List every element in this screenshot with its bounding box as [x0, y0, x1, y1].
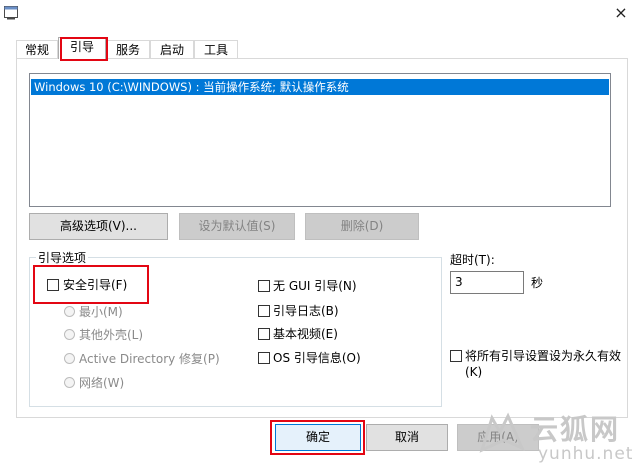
watermark-url: yunhu.net	[538, 444, 634, 464]
timeout-input[interactable]: 3	[450, 271, 524, 294]
tab-label: 服务	[115, 43, 140, 57]
os-list[interactable]: Windows 10 (C:\WINDOWS) : 当前操作系统; 默认操作系统	[29, 73, 611, 207]
timeout-unit-label: 秒	[531, 276, 544, 290]
make-permanent-checkbox[interactable]	[450, 350, 462, 362]
minimal-label: 最小(M)	[79, 305, 123, 319]
tab-startup[interactable]: 启动	[150, 40, 194, 58]
set-default-button[interactable]: 设为默认值(S)	[179, 213, 295, 240]
fox-logo-icon	[479, 412, 525, 453]
close-icon: ×	[614, 3, 628, 22]
base-video-checkbox[interactable]	[258, 328, 270, 340]
boot-log-checkbox[interactable]	[258, 305, 270, 317]
delete-button[interactable]: 删除(D)	[305, 213, 419, 240]
tab-tools[interactable]: 工具	[194, 40, 238, 58]
alternate-shell-radio[interactable]	[64, 329, 75, 340]
tab-label: 常规	[24, 43, 49, 57]
app-window-icon	[4, 6, 20, 20]
tab-general[interactable]: 常规	[16, 40, 58, 58]
minimal-radio[interactable]	[64, 306, 75, 317]
base-video-label: 基本视频(E)	[273, 327, 338, 341]
no-gui-boot-checkbox[interactable]	[258, 280, 270, 292]
active-directory-repair-radio[interactable]	[64, 353, 75, 364]
highlight-box-safe-boot	[33, 265, 149, 304]
highlight-box-ok	[270, 420, 365, 455]
close-button[interactable]: ×	[610, 4, 632, 22]
network-label: 网络(W)	[79, 376, 125, 390]
tab-label: 启动	[159, 43, 184, 57]
advanced-options-button[interactable]: 高级选项(V)...	[29, 213, 168, 240]
tab-label: 工具	[203, 43, 228, 57]
make-permanent-label-line2: (K)	[465, 365, 483, 379]
watermark-title: 云狐网	[530, 413, 621, 446]
alternate-shell-label: 其他外壳(L)	[79, 328, 144, 342]
network-radio[interactable]	[64, 377, 75, 388]
boot-log-label: 引导日志(B)	[273, 304, 339, 318]
cancel-button[interactable]: 取消	[366, 424, 448, 451]
boot-options-legend: 引导选项	[36, 249, 89, 266]
tab-services[interactable]: 服务	[106, 40, 150, 58]
os-boot-info-label: OS 引导信息(O)	[273, 351, 361, 365]
os-boot-info-checkbox[interactable]	[258, 352, 270, 364]
make-permanent-label: 将所有引导设置设为永久有效	[465, 349, 622, 363]
os-list-item-selected[interactable]: Windows 10 (C:\WINDOWS) : 当前操作系统; 默认操作系统	[31, 79, 609, 95]
timeout-label: 超时(T):	[450, 253, 495, 267]
active-directory-repair-label: Active Directory 修复(P)	[79, 352, 220, 366]
no-gui-boot-label: 无 GUI 引导(N)	[273, 279, 357, 293]
watermark: 云狐网 yunhu.net	[478, 404, 638, 466]
